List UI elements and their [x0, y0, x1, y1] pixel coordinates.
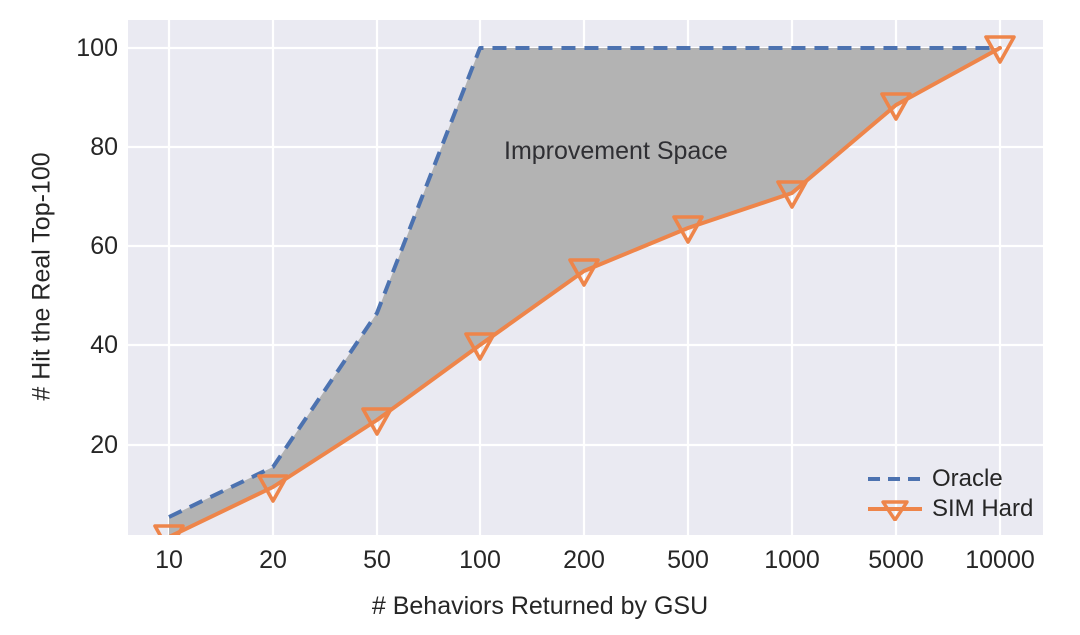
x-tick-label-20: 20 [259, 546, 287, 574]
x-tick-label-500: 500 [667, 546, 709, 574]
y-axis-label: # Hit the Real Top-100 [27, 152, 56, 401]
legend-label-sim-hard: SIM Hard [932, 495, 1034, 522]
x-tick-label-1000: 1000 [764, 546, 820, 574]
x-axis-label: # Behaviors Returned by GSU [371, 592, 709, 620]
x-tick-label-50: 50 [363, 546, 391, 574]
x-tick-label-100: 100 [459, 546, 501, 574]
x-tick-label-200: 200 [563, 546, 605, 574]
legend-item-oracle[interactable]: Oracle [866, 464, 1036, 494]
improvement-space-annotation: Improvement Space [504, 137, 728, 165]
chart-figure: 100 80 60 40 20 # Hit the Real Top-100 I… [0, 0, 1080, 635]
legend-swatch-sim-hard-triangle-marker [866, 497, 924, 522]
legend-swatch-oracle-dashed-line [866, 467, 924, 491]
chart-legend: Oracle SIM Hard [866, 458, 1036, 532]
legend-label-oracle: Oracle [932, 465, 1003, 492]
x-tick-label-10: 10 [155, 546, 183, 574]
x-tick-label-5000: 5000 [868, 546, 924, 574]
legend-item-sim-hard[interactable]: SIM Hard [866, 494, 1036, 524]
x-tick-label-10000: 10000 [965, 546, 1035, 574]
